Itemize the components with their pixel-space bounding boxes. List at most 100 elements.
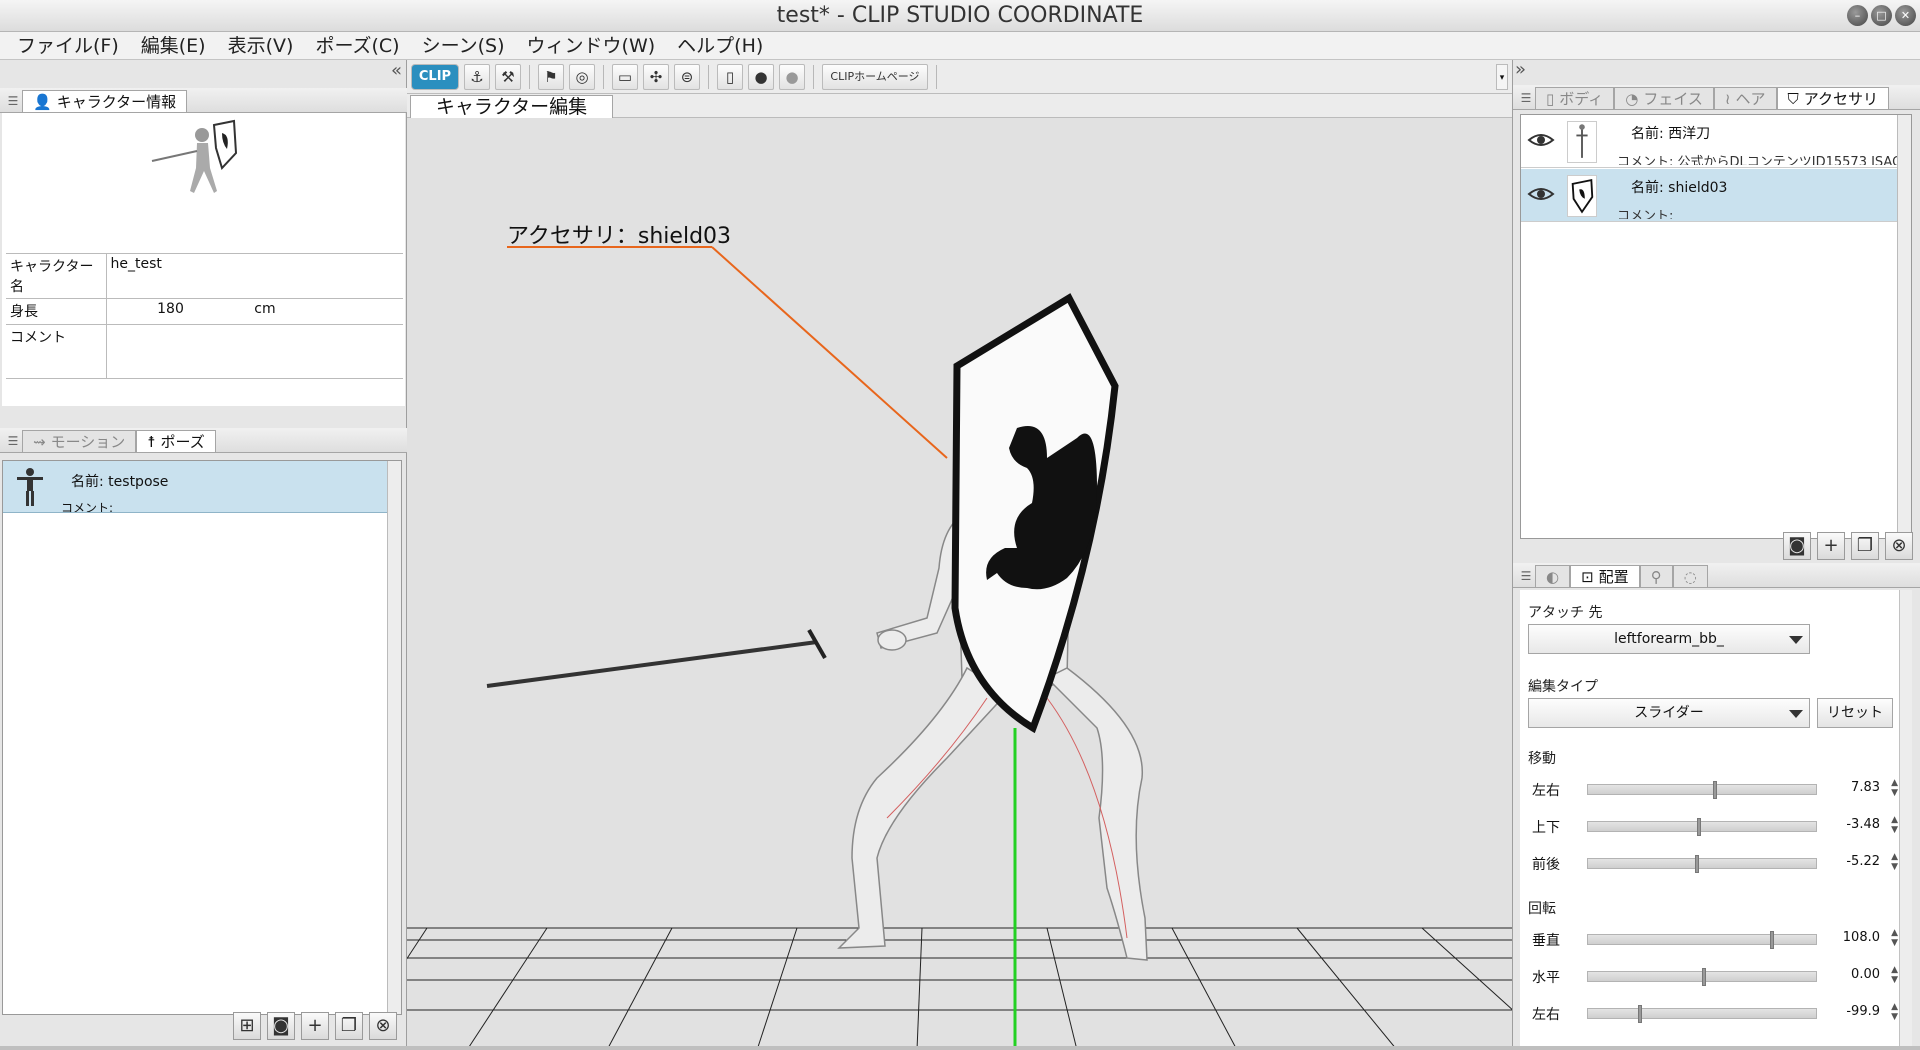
register-pose-button[interactable]: ⊞ xyxy=(233,1012,261,1040)
slider-thumb[interactable] xyxy=(1638,1005,1643,1023)
height-cell[interactable]: 180 cm xyxy=(106,298,403,325)
eye-icon[interactable] xyxy=(1527,130,1555,150)
list-item[interactable]: 名前: testpose コメント: xyxy=(3,461,393,513)
tab-placement[interactable]: ⊡ 配置 xyxy=(1570,565,1640,587)
menu-window[interactable]: ウィンドウ(W) xyxy=(516,32,667,59)
light-sphere-icon[interactable]: ● xyxy=(779,63,805,90)
tab-character-edit[interactable]: キャラクター編集 xyxy=(410,95,613,118)
slider-thumb[interactable] xyxy=(1770,931,1775,949)
camera-icon[interactable]: ◙ xyxy=(1783,532,1811,560)
panel-grip-icon[interactable]: ☰ xyxy=(1517,87,1535,109)
panel-grip-icon[interactable]: ☰ xyxy=(4,90,22,112)
ground-icon[interactable]: ⚓ xyxy=(464,63,490,90)
slider-track[interactable] xyxy=(1587,1005,1817,1023)
tab-bones[interactable]: ⚲ xyxy=(1639,565,1673,587)
slider-track[interactable] xyxy=(1587,818,1817,836)
properties-scrollbar[interactable] xyxy=(1899,590,1912,1050)
sphere-grid-icon[interactable]: ⊜ xyxy=(674,63,700,90)
tab-material[interactable]: ◐ xyxy=(1535,565,1571,587)
attach-dropdown[interactable]: leftforearm_bb_ xyxy=(1528,624,1810,654)
eye-icon[interactable] xyxy=(1527,184,1555,204)
tab-body[interactable]: ▯ ボディ xyxy=(1535,87,1615,109)
spinner-icon[interactable]: ▲ ▼ xyxy=(1891,928,1898,948)
slider-value[interactable]: 0.00 xyxy=(1851,967,1880,982)
slider-value[interactable]: 108.0 xyxy=(1843,930,1880,945)
menu-help[interactable]: ヘルプ(H) xyxy=(666,32,774,59)
ik-icon[interactable]: ⚒ xyxy=(495,63,521,90)
tab-motion[interactable]: ⇝ モーション xyxy=(22,430,137,452)
tab-accessory[interactable]: ⛉ アクセサリ xyxy=(1776,87,1890,109)
panel-grip-icon[interactable]: ☰ xyxy=(4,430,22,452)
slider-value[interactable]: -99.9 xyxy=(1846,1004,1880,1019)
spinner-icon[interactable]: ▲ ▼ xyxy=(1891,852,1898,872)
slider-thumb[interactable] xyxy=(1702,968,1706,986)
slider-thumb[interactable] xyxy=(1697,818,1702,836)
reset-button[interactable]: リセット xyxy=(1817,698,1893,728)
menu-pose[interactable]: ポーズ(C) xyxy=(304,32,410,59)
dark-sphere-icon[interactable]: ● xyxy=(748,63,774,90)
duplicate-button[interactable]: ❐ xyxy=(335,1012,363,1040)
slider-value[interactable]: 7.83 xyxy=(1851,780,1880,795)
spinner-icon[interactable]: ▲ ▼ xyxy=(1891,965,1898,985)
pose-tool-icon[interactable]: ⚑ xyxy=(538,63,564,90)
clip-homepage-button[interactable]: CLIPホームページ xyxy=(822,63,928,90)
slider-thumb[interactable] xyxy=(1695,855,1700,873)
slider-thumb[interactable] xyxy=(1713,781,1718,799)
spinner-icon[interactable]: ▲ ▼ xyxy=(1891,778,1898,798)
spinner-icon[interactable]: ▲ ▼ xyxy=(1891,815,1898,835)
comment-value[interactable] xyxy=(106,324,403,379)
menu-file[interactable]: ファイル(F) xyxy=(6,32,130,59)
clip-logo-button[interactable]: CLIP xyxy=(411,63,459,90)
tab-pose[interactable]: ☨ ポーズ xyxy=(136,430,216,452)
panel-grip-icon[interactable]: ☰ xyxy=(1517,565,1535,587)
menu-scene[interactable]: シーン(S) xyxy=(411,32,516,59)
maximize-button[interactable]: □ xyxy=(1871,5,1892,26)
target-icon[interactable]: ◎ xyxy=(569,63,595,90)
tab-label: ボディ xyxy=(1559,89,1604,108)
name-label: 名前: xyxy=(1631,180,1664,196)
tab-face[interactable]: ◔ フェイス xyxy=(1614,87,1714,109)
tab-hair[interactable]: ≀ ヘア xyxy=(1713,87,1777,109)
shield-thumbnail-icon xyxy=(1567,175,1597,217)
slider-track[interactable] xyxy=(1587,931,1817,949)
hair-icon: ≀ xyxy=(1724,89,1731,108)
accessory-list-scrollbar[interactable] xyxy=(1897,115,1911,538)
pose-list-scrollbar[interactable] xyxy=(387,461,401,1014)
slider-track[interactable] xyxy=(1587,968,1817,986)
toolbar-dropdown-icon[interactable]: ▾ xyxy=(1496,64,1508,90)
slider-move-lr: 左右 7.83 ▲ ▼ xyxy=(1520,776,1910,802)
edit-type-dropdown[interactable]: スライダー xyxy=(1528,698,1810,728)
add-button[interactable]: + xyxy=(301,1012,329,1040)
height-value[interactable]: 180 xyxy=(111,301,231,317)
title-bar: test* - CLIP STUDIO COORDINATE – □ ✕ xyxy=(0,0,1920,32)
character-info-panel: キャラクター名 he_test 身長 180 cm コメント xyxy=(2,113,405,406)
duplicate-button[interactable]: ❐ xyxy=(1851,532,1879,560)
tab-character-info[interactable]: 👤 キャラクター情報 xyxy=(22,90,188,112)
collapse-right-icon[interactable]: » xyxy=(1515,59,1526,80)
3d-viewport[interactable]: アクセサリ：shield03 xyxy=(407,118,1512,1050)
menu-view[interactable]: 表示(V) xyxy=(217,32,305,59)
wireframe-icon[interactable]: ▯ xyxy=(717,63,743,90)
camera-icon[interactable]: ◙ xyxy=(267,1012,295,1040)
spinner-icon[interactable]: ▲ ▼ xyxy=(1891,1002,1898,1022)
delete-button[interactable]: ⊗ xyxy=(369,1012,397,1040)
slider-value[interactable]: -5.22 xyxy=(1846,854,1880,869)
list-item[interactable]: 名前: shield03 コメント: xyxy=(1521,169,1899,222)
slider-value[interactable]: -3.48 xyxy=(1846,817,1880,832)
rgb-axis-icon[interactable]: ✣ xyxy=(643,63,669,90)
char-name-value[interactable]: he_test xyxy=(106,253,403,299)
tab-camera[interactable]: ◌ xyxy=(1672,565,1708,587)
edit-type-label: 編集タイプ xyxy=(1528,679,1598,695)
placement-properties: アタッチ 先 leftforearm_bb_ 編集タイプ スライダー リセット … xyxy=(1520,590,1912,1050)
slider-track[interactable] xyxy=(1587,855,1817,873)
delete-button[interactable]: ⊗ xyxy=(1885,532,1913,560)
shield xyxy=(951,293,1119,734)
menu-edit[interactable]: 編集(E) xyxy=(130,32,217,59)
bone-icon[interactable]: ▭ xyxy=(612,63,638,90)
add-button[interactable]: + xyxy=(1817,532,1845,560)
collapse-left-icon[interactable]: « xyxy=(391,60,402,82)
slider-track[interactable] xyxy=(1587,781,1817,799)
close-button[interactable]: ✕ xyxy=(1895,5,1916,26)
minimize-button[interactable]: – xyxy=(1847,5,1868,26)
list-item[interactable]: 名前: 西洋刀 コメント: 公式からDLコンテンツID15573 ISAOさ xyxy=(1521,115,1899,168)
